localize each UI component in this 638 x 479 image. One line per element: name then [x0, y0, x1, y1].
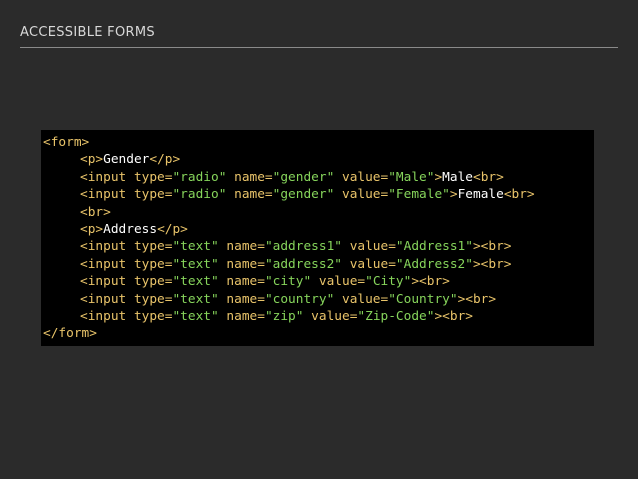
code-line-radio-female: <input type="radio" name="gender" value=… [43, 186, 594, 203]
code-token: "address2" [264, 256, 342, 272]
code-token: <input [80, 169, 134, 185]
code-token: "country" [264, 291, 335, 307]
code-token: <input [80, 291, 134, 307]
code-token: "radio" [172, 169, 227, 185]
code-token: <input [80, 239, 134, 255]
code-token: value= [341, 239, 396, 255]
code-token: ><br> [411, 274, 450, 290]
code-token: Female [457, 187, 504, 203]
code-token: name= [218, 308, 265, 324]
code-token: "text" [172, 274, 219, 290]
code-token: "City" [365, 274, 412, 290]
code-token: "city" [264, 274, 312, 290]
code-token: value= [334, 291, 389, 307]
code-line-input-city: <input type="text" name="city" value="Ci… [43, 273, 594, 290]
code-token: Address [103, 221, 158, 237]
code-token: "zip" [264, 308, 304, 324]
code-token: name= [218, 239, 265, 255]
code-token: ><br> [434, 308, 473, 324]
code-line-input-zip: <input type="text" name="zip" value="Zip… [43, 308, 594, 325]
code-token: name= [218, 291, 265, 307]
code-token: "Country" [388, 291, 458, 307]
code-line-form-close: </form> [43, 325, 594, 342]
code-token: "gender" [272, 187, 335, 203]
code-token: type= [133, 308, 173, 324]
code-line-gender-label: <p>Gender</p> [43, 151, 594, 168]
code-line-br: <br> [43, 204, 594, 221]
code-token: "Address1" [395, 239, 473, 255]
code-token: name= [226, 169, 273, 185]
code-token: type= [133, 274, 173, 290]
code-line-form-open: <form> [43, 134, 594, 151]
code-token: "Female" [388, 187, 450, 203]
code-token: value= [341, 256, 396, 272]
code-token: name= [218, 274, 265, 290]
code-token: "Address2" [395, 256, 473, 272]
title-divider [20, 47, 618, 48]
code-token: value= [303, 308, 358, 324]
code-token: type= [133, 291, 173, 307]
code-line-input-country: <input type="text" name="country" value=… [43, 291, 594, 308]
code-token: <input [80, 274, 134, 290]
code-token: "Zip-Code" [357, 308, 435, 324]
code-token: "text" [172, 256, 219, 272]
code-token: value= [334, 187, 389, 203]
slide-title: ACCESSIBLE FORMS [20, 25, 155, 40]
code-token: "address1" [264, 239, 342, 255]
code-token: ><br> [457, 291, 497, 307]
code-token: > [449, 187, 458, 203]
code-token: <p> [80, 221, 104, 237]
code-token: ><br> [472, 239, 512, 255]
code-token: type= [133, 169, 173, 185]
code-token: Male [442, 169, 473, 185]
code-token: </p> [149, 152, 181, 168]
code-token: > [434, 169, 443, 185]
code-line-radio-male: <input type="radio" name="gender" value=… [43, 169, 594, 186]
code-token: Gender [103, 152, 150, 168]
code-token: "Male" [388, 169, 435, 185]
code-token: type= [133, 239, 173, 255]
code-token: "gender" [272, 169, 335, 185]
code-line-address-label: <p>Address</p> [43, 221, 594, 238]
code-token: "radio" [172, 187, 227, 203]
code-token: value= [311, 274, 366, 290]
code-token: name= [218, 256, 265, 272]
code-token: <br> [503, 187, 535, 203]
code-block: <form> <p>Gender</p> <input type="radio"… [41, 130, 594, 346]
code-token: <br> [80, 204, 111, 220]
code-line-input-address2: <input type="text" name="address2" value… [43, 256, 594, 273]
code-token: <form> [43, 135, 90, 150]
code-token: <input [80, 187, 134, 203]
code-token: "text" [172, 239, 219, 255]
code-line-input-address1: <input type="text" name="address1" value… [43, 238, 594, 255]
code-token: <br> [473, 169, 504, 185]
code-token: "text" [172, 308, 219, 324]
code-token: type= [133, 256, 173, 272]
code-token: name= [226, 187, 273, 203]
code-token: </form> [43, 326, 97, 342]
code-token: "text" [172, 291, 219, 307]
code-token: ><br> [472, 256, 512, 272]
code-token: type= [133, 187, 173, 203]
code-token: <p> [80, 152, 104, 168]
code-token: </p> [157, 221, 188, 237]
code-token: value= [334, 169, 389, 185]
code-token: <input [80, 308, 134, 324]
code-token: <input [80, 256, 134, 272]
